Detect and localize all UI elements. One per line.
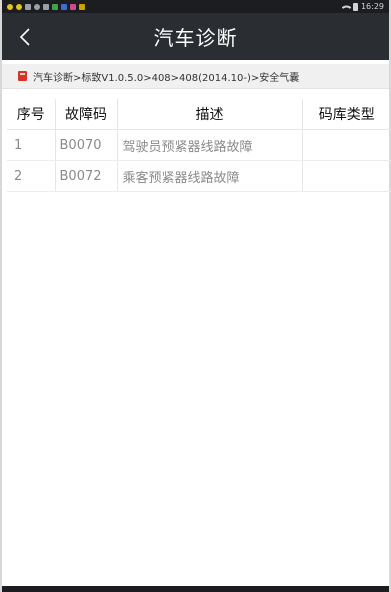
cell-description: 乘客预紧器线路故障 xyxy=(117,160,303,192)
cell-type xyxy=(302,160,391,192)
column-header-type: 码库类型 xyxy=(302,99,391,130)
back-button[interactable] xyxy=(10,21,40,53)
notification-icon xyxy=(25,3,31,10)
column-header-description: 描述 xyxy=(117,99,303,130)
alert-icon xyxy=(79,3,85,10)
table-row[interactable]: 1 B0070 驾驶员预紧器线路故障 xyxy=(7,129,391,161)
fault-code-table: 序号 故障码 描述 码库类型 1 B0070 驾驶员预紧器线路故障 2 B007… xyxy=(7,99,391,192)
status-bar: 16:29 xyxy=(2,0,389,13)
status-notification-icons xyxy=(7,3,85,10)
table-header-row: 序号 故障码 描述 码库类型 xyxy=(7,99,391,130)
title-bar: 汽车诊断 xyxy=(2,13,389,60)
column-header-code: 故障码 xyxy=(55,99,118,130)
breadcrumb: 汽车诊断>标致V1.0.5.0>408>408(2014.10-)>安全气囊 xyxy=(33,72,300,84)
status-time: 16:29 xyxy=(360,1,384,11)
column-header-index: 序号 xyxy=(7,99,56,130)
cell-description: 驾驶员预紧器线路故障 xyxy=(117,129,303,161)
notification-icon xyxy=(34,3,40,10)
cell-index: 1 xyxy=(7,129,56,161)
cell-index: 2 xyxy=(7,160,56,192)
module-icon xyxy=(18,71,27,81)
page-title: 汽车诊断 xyxy=(153,26,238,50)
battery-icon xyxy=(352,2,358,11)
status-right: 16:29 xyxy=(341,1,384,13)
wifi-icon xyxy=(341,2,352,13)
navigation-bar xyxy=(2,586,389,592)
yellow-dot-icon xyxy=(7,3,13,10)
green-app-icon xyxy=(52,3,58,10)
yellow-dot-icon xyxy=(16,3,22,10)
table-row[interactable]: 2 B0072 乘客预紧器线路故障 xyxy=(7,160,391,192)
cell-code: B0072 xyxy=(55,160,118,192)
fault-table-container: 序号 故障码 描述 码库类型 1 B0070 驾驶员预紧器线路故障 2 B007… xyxy=(2,99,391,192)
blue-app-icon xyxy=(61,3,67,10)
app-screen: 16:29 汽车诊断 汽车诊断>标致V1.0.5.0>408>408(2014.… xyxy=(0,0,391,592)
notification-icon xyxy=(43,3,49,10)
pink-app-icon xyxy=(70,3,76,10)
cell-type xyxy=(302,129,391,161)
cell-code: B0070 xyxy=(55,129,118,161)
chevron-left-icon xyxy=(19,28,30,46)
breadcrumb-bar: 汽车诊断>标致V1.0.5.0>408>408(2014.10-)>安全气囊 xyxy=(2,64,389,89)
